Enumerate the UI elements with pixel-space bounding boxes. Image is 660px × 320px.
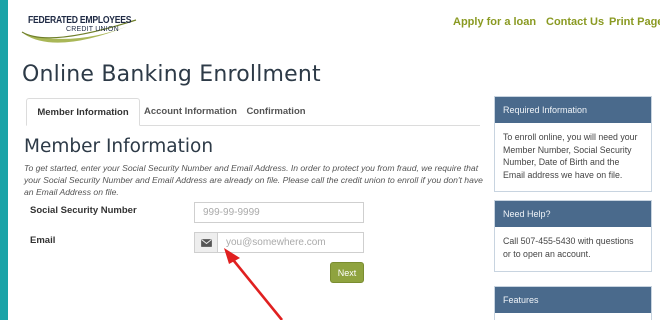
need-help-panel: Need Help? Call 507-455-5430 with questi…: [494, 200, 652, 272]
envelope-icon: [201, 238, 212, 247]
next-button[interactable]: Next: [330, 262, 364, 283]
logo-text-primary: FEDERATED EMPLOYEES: [28, 14, 132, 26]
nav-print-page[interactable]: Print Page: [609, 16, 660, 28]
features-panel: Features: [494, 286, 652, 320]
need-help-text: Call 507-455-5430 with questions or to o…: [503, 236, 634, 259]
intro-text: To get started, enter your Social Securi…: [24, 163, 483, 197]
tab-member-information[interactable]: Member Information: [26, 98, 140, 126]
email-addon: [194, 232, 218, 253]
features-title: Features: [495, 287, 651, 313]
browser-page: FEDERATED EMPLOYEES CREDIT UNION Apply f…: [8, 0, 660, 320]
tab-account-information[interactable]: Account Information: [144, 98, 237, 126]
nav-contact-us[interactable]: Contact Us: [546, 16, 604, 28]
tab-confirmation[interactable]: Confirmation: [240, 98, 312, 126]
page-title: Online Banking Enrollment: [22, 62, 321, 87]
enrollment-tabs: Member Information Account Information C…: [26, 98, 480, 126]
logo-text-secondary: CREDIT UNION: [66, 26, 119, 33]
ssn-label: Social Security Number: [30, 205, 137, 216]
email-label: Email: [30, 235, 56, 246]
ssn-input[interactable]: [194, 202, 364, 223]
credit-union-logo[interactable]: FEDERATED EMPLOYEES CREDIT UNION: [18, 4, 142, 46]
required-info-panel: Required Information To enroll online, y…: [494, 96, 652, 192]
required-info-text: To enroll online, you will need your Mem…: [503, 132, 638, 180]
site-header: FEDERATED EMPLOYEES CREDIT UNION Apply f…: [8, 0, 660, 48]
section-title: Member Information: [24, 136, 214, 157]
required-info-title: Required Information: [495, 97, 651, 123]
email-input[interactable]: [217, 232, 364, 253]
need-help-title: Need Help?: [495, 201, 651, 227]
nav-apply-loan[interactable]: Apply for a loan: [453, 16, 536, 28]
